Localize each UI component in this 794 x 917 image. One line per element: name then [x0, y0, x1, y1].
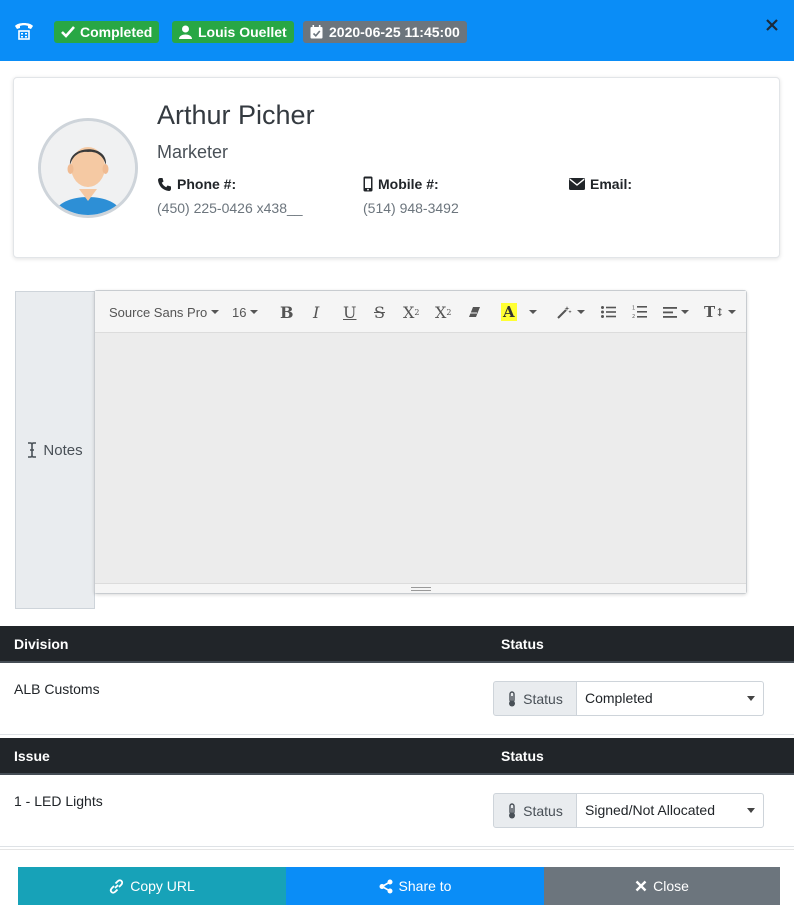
- table-row: 1 - LED Lights Status Signed/Not Allocat…: [0, 775, 794, 847]
- thermometer-icon: [509, 802, 516, 818]
- status-prepend: Status: [493, 793, 577, 828]
- check-icon: [61, 26, 75, 38]
- status-prefix-label: Status: [523, 690, 563, 707]
- ordered-list-icon[interactable]: 12: [632, 302, 647, 322]
- text-height-icon[interactable]: T ↕: [704, 302, 737, 322]
- mobile-icon: [363, 176, 373, 192]
- underline-icon[interactable]: U: [343, 302, 356, 322]
- email-label: Email:: [590, 176, 633, 192]
- user-badge: Louis Ouellet: [172, 21, 294, 43]
- person-avatar-icon: [41, 121, 135, 215]
- share-to-label: Share to: [398, 878, 452, 894]
- subscript-icon[interactable]: X2: [435, 302, 451, 322]
- magic-style-icon[interactable]: [557, 302, 585, 322]
- font-family-dropdown[interactable]: Source Sans Pro: [109, 302, 220, 322]
- copy-url-label: Copy URL: [130, 878, 195, 894]
- division-column-header: Division: [14, 636, 69, 652]
- share-to-button[interactable]: Share to: [286, 867, 544, 905]
- user-badge-label: Louis Ouellet: [198, 24, 287, 40]
- phone-icon: [158, 177, 171, 191]
- contact-role: Marketer: [157, 142, 229, 162]
- issue-status-input-group: Status Signed/Not Allocated: [493, 793, 764, 828]
- align-dropdown-icon[interactable]: [663, 302, 689, 322]
- notes-content-area[interactable]: [95, 333, 746, 583]
- close-label: Close: [653, 878, 689, 894]
- notes-editor: Source Sans Pro 16 B I U S X2 X2 A 12 T ↕: [94, 290, 747, 594]
- thermometer-icon: [509, 690, 516, 706]
- text-cursor-icon: [28, 442, 37, 458]
- editor-toolbar: Source Sans Pro 16 B I U S X2 X2 A 12 T ↕: [95, 291, 746, 333]
- svg-text:1: 1: [632, 306, 635, 312]
- division-status-input-group: Status Completed: [493, 681, 764, 716]
- close-button[interactable]: Close: [544, 867, 780, 905]
- strikethrough-icon[interactable]: S: [374, 302, 385, 322]
- modal-footer: Copy URL Share to Close: [0, 849, 794, 917]
- top-bar: Completed Louis Ouellet 2020-06-25 11:45…: [0, 0, 794, 61]
- status-badge: Completed: [54, 21, 160, 43]
- editor-resize-handle[interactable]: [95, 583, 746, 593]
- division-status-column-header: Status: [501, 636, 544, 652]
- mobile-label: Mobile #:: [378, 176, 439, 192]
- notes-label: Notes: [43, 441, 83, 459]
- share-icon: [379, 879, 393, 893]
- notes-label-box: Notes: [15, 291, 95, 609]
- close-icon[interactable]: [765, 18, 779, 32]
- eraser-icon[interactable]: [468, 302, 481, 322]
- division-status-select[interactable]: Completed: [577, 681, 764, 716]
- svg-text:2: 2: [632, 314, 635, 319]
- calendar-check-icon: [310, 25, 323, 39]
- issue-column-header: Issue: [14, 748, 50, 764]
- status-prefix-label: Status: [523, 802, 563, 819]
- copy-url-button[interactable]: Copy URL: [18, 867, 286, 905]
- status-prepend: Status: [493, 681, 577, 716]
- phone-value[interactable]: (450) 225-0426 x438__: [157, 200, 303, 216]
- phone-field: Phone #: (450) 225-0426 x438__: [157, 175, 303, 216]
- close-icon: [635, 880, 647, 892]
- date-badge: 2020-06-25 11:45:00: [303, 21, 467, 43]
- status-badge-label: Completed: [80, 24, 153, 40]
- chevron-down-icon: [747, 696, 755, 701]
- email-field: Email:: [569, 175, 632, 200]
- color-dropdown-caret[interactable]: [525, 302, 537, 322]
- issue-status-select[interactable]: Signed/Not Allocated: [577, 793, 764, 828]
- font-size-dropdown[interactable]: 16: [232, 302, 259, 322]
- chevron-down-icon: [747, 808, 755, 813]
- text-color-icon[interactable]: A: [501, 302, 517, 322]
- superscript-icon[interactable]: X2: [403, 302, 419, 322]
- date-badge-label: 2020-06-25 11:45:00: [329, 24, 460, 40]
- issue-table-header: Issue Status: [0, 738, 794, 775]
- phone-label: Phone #:: [177, 176, 237, 192]
- table-row: ALB Customs Status Completed: [0, 663, 794, 735]
- link-icon: [110, 878, 124, 894]
- unordered-list-icon[interactable]: [601, 302, 616, 322]
- mobile-value[interactable]: (514) 948-3492: [363, 200, 459, 216]
- phone-icon: [15, 23, 33, 40]
- issue-name: 1 - LED Lights: [14, 793, 103, 809]
- italic-icon[interactable]: I: [313, 302, 319, 322]
- user-icon: [179, 25, 192, 39]
- avatar: [38, 118, 138, 218]
- contact-name: Arthur Picher: [157, 100, 315, 130]
- bold-icon[interactable]: B: [280, 302, 294, 322]
- division-name: ALB Customs: [14, 681, 100, 697]
- envelope-icon: [569, 178, 585, 190]
- mobile-field: Mobile #: (514) 948-3492: [363, 175, 459, 216]
- contact-card: Arthur Picher Marketer Phone #: (450) 22…: [13, 77, 780, 258]
- division-table-header: Division Status: [0, 626, 794, 663]
- issue-status-column-header: Status: [501, 748, 544, 764]
- issue-status-value: Signed/Not Allocated: [585, 802, 715, 818]
- division-status-value: Completed: [585, 690, 653, 706]
